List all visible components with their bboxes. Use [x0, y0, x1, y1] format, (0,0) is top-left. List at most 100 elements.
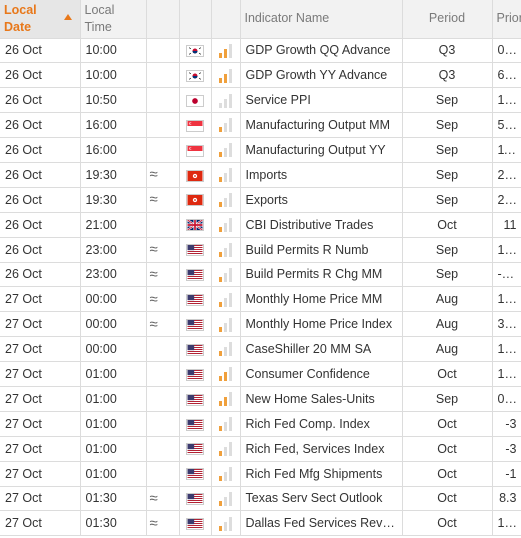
cell-importance — [211, 237, 241, 263]
table-row[interactable]: 26 Oct 16:00 Manufacturing Output MM Sep 5.7… — [0, 112, 521, 139]
cell-indicator-name[interactable]: GDP Growth QQ Advance — [240, 38, 403, 64]
cell-indicator-name[interactable]: Build Permits R Numb — [240, 237, 403, 263]
cell-date: 26 Oct — [0, 62, 81, 89]
cell-indicator-name[interactable]: Imports — [240, 162, 403, 188]
importance-bars-icon — [219, 93, 232, 108]
importance-bars-icon — [219, 516, 232, 531]
table-row[interactable]: 27 Oct 01:30 ≈ Texas Serv Sect Outlook Oct 8.… — [0, 486, 521, 512]
volatility-icon — [146, 361, 180, 387]
cell-country — [179, 38, 212, 64]
table-row[interactable]: 27 Oct00:00 CaseShiller 20 MM SAAug1.5% — [0, 336, 521, 363]
column-header-local-date[interactable]: Local Date — [0, 0, 81, 39]
cell-indicator-name[interactable]: Rich Fed, Services Index — [240, 436, 403, 462]
cell-date: 26 Oct — [0, 87, 81, 114]
cell-country — [179, 311, 212, 338]
cell-country — [179, 386, 212, 412]
table-row[interactable]: 27 Oct 01:30 ≈ Dallas Fed Services Reve... O… — [0, 510, 521, 537]
cell-time: 01:00 — [80, 461, 147, 487]
cell-country — [179, 112, 212, 139]
importance-bar — [229, 342, 232, 357]
cell-importance — [211, 461, 241, 487]
cell-time: 01:00 — [80, 436, 147, 462]
table-row[interactable]: 26 Oct19:30≈ ExportsSep25.9% — [0, 187, 521, 213]
cell-indicator-name[interactable]: Texas Serv Sect Outlook — [240, 486, 403, 512]
cell-period: Sep — [402, 262, 493, 288]
united-kingdom-flag-icon — [186, 219, 204, 232]
cell-prior: 11.2% — [492, 137, 521, 163]
cell-indicator-name[interactable]: Service PPI — [240, 87, 403, 114]
cell-indicator-name[interactable]: Consumer Confidence — [240, 361, 403, 387]
importance-bar — [219, 426, 222, 432]
cell-country — [179, 436, 212, 462]
united-states-flag-icon — [186, 343, 204, 356]
column-header-prior[interactable]: Prior — [492, 0, 521, 39]
importance-bar — [229, 193, 232, 208]
table-row[interactable]: 27 Oct 01:00 Rich Fed, Services Index Oct -3 — [0, 436, 521, 462]
cell-time: 01:00 — [80, 411, 147, 437]
table-row[interactable]: 27 Oct01:00 Consumer ConfidenceOct109.3 — [0, 361, 521, 387]
volatility-icon — [146, 212, 180, 238]
cell-date: 27 Oct — [0, 361, 81, 387]
cell-indicator-name[interactable]: Rich Fed Mfg Shipments — [240, 461, 403, 487]
cell-prior: 0.8% — [492, 38, 521, 64]
importance-bar — [229, 367, 232, 382]
importance-bar — [224, 471, 227, 481]
importance-bars-icon — [219, 292, 232, 307]
cell-period: Oct — [402, 361, 493, 387]
importance-bar — [229, 442, 232, 457]
table-row[interactable]: 26 Oct10:00 GDP Growth QQ AdvanceQ30.8% — [0, 38, 521, 64]
cell-indicator-name[interactable]: Monthly Home Price MM — [240, 286, 403, 313]
cell-importance — [211, 361, 241, 387]
cell-prior: 14.5 — [492, 510, 521, 537]
volatility-icon — [146, 386, 180, 412]
cell-indicator-name[interactable]: CBI Distributive Trades — [240, 212, 403, 238]
cell-importance — [211, 411, 241, 437]
table-row[interactable]: 26 Oct23:00≈ Build Permits R NumbSep1.589… — [0, 237, 521, 263]
importance-bar — [219, 251, 222, 257]
column-header-importance — [211, 0, 241, 39]
cell-date: 27 Oct — [0, 436, 81, 462]
cell-indicator-name[interactable]: Build Permits R Chg MM — [240, 262, 403, 288]
importance-bars-icon — [219, 442, 232, 457]
cell-prior: 11 — [492, 212, 521, 238]
header-row: Local Date Local Time Indicator Name Per… — [0, 0, 521, 39]
cell-indicator-name[interactable]: Manufacturing Output YY — [240, 137, 403, 163]
cell-indicator-name[interactable]: Monthly Home Price Index — [240, 311, 403, 338]
cell-indicator-name[interactable]: Dallas Fed Services Reve... — [240, 510, 403, 537]
cell-importance — [211, 137, 241, 163]
cell-date: 26 Oct — [0, 38, 81, 64]
column-header-local-time[interactable]: Local Time — [80, 0, 147, 39]
importance-bar — [224, 48, 227, 58]
cell-indicator-name[interactable]: Rich Fed Comp. Index — [240, 411, 403, 437]
cell-period: Oct — [402, 436, 493, 462]
importance-bars-icon — [219, 491, 232, 506]
cell-indicator-name[interactable]: New Home Sales-Units — [240, 386, 403, 412]
table-row[interactable]: 27 Oct 01:00 Rich Fed Mfg Shipments Oct -1 — [0, 461, 521, 487]
table-row[interactable]: 27 Oct 00:00 ≈ Monthly Home Price Index Aug 3… — [0, 311, 521, 338]
table-row[interactable]: 26 Oct 16:00 Manufacturing Output YY Sep 11.… — [0, 137, 521, 163]
cell-indicator-name[interactable]: GDP Growth YY Advance — [240, 62, 403, 89]
importance-bars-icon — [219, 367, 232, 382]
table-row[interactable]: 26 Oct 23:00 ≈ Build Permits R Chg MM Sep -7.… — [0, 262, 521, 288]
importance-bar — [224, 247, 227, 257]
cell-indicator-name[interactable]: CaseShiller 20 MM SA — [240, 336, 403, 363]
united-states-flag-icon — [186, 518, 204, 531]
column-header-indicator-name[interactable]: Indicator Name — [240, 0, 403, 39]
cell-indicator-name[interactable]: Manufacturing Output MM — [240, 112, 403, 139]
importance-bar — [229, 392, 232, 407]
column-header-period[interactable]: Period — [402, 0, 493, 39]
table-row[interactable]: 26 Oct10:00 GDP Growth YY AdvanceQ36.0% — [0, 62, 521, 89]
cell-period: Aug — [402, 286, 493, 313]
table-row[interactable]: 27 Oct 01:00 Rich Fed Comp. Index Oct -3 — [0, 411, 521, 437]
importance-bar — [224, 73, 227, 83]
importance-bar — [219, 276, 222, 282]
table-row[interactable]: 27 Oct00:00≈ Monthly Home Price MMAug1.4% — [0, 286, 521, 313]
cell-indicator-name[interactable]: Exports — [240, 187, 403, 213]
column-header-country — [179, 0, 212, 39]
table-row[interactable]: 26 Oct19:30≈ ImportsSep28.1% — [0, 162, 521, 188]
cell-date: 26 Oct — [0, 187, 81, 213]
table-row[interactable]: 26 Oct10:50 Service PPISep1.0% — [0, 87, 521, 114]
table-row[interactable]: 27 Oct01:00 New Home Sales-UnitsSep0.740M — [0, 386, 521, 412]
importance-bar — [229, 93, 232, 108]
table-row[interactable]: 26 Oct 21:00 CBI Distributive Trades Oct 11 — [0, 212, 521, 238]
